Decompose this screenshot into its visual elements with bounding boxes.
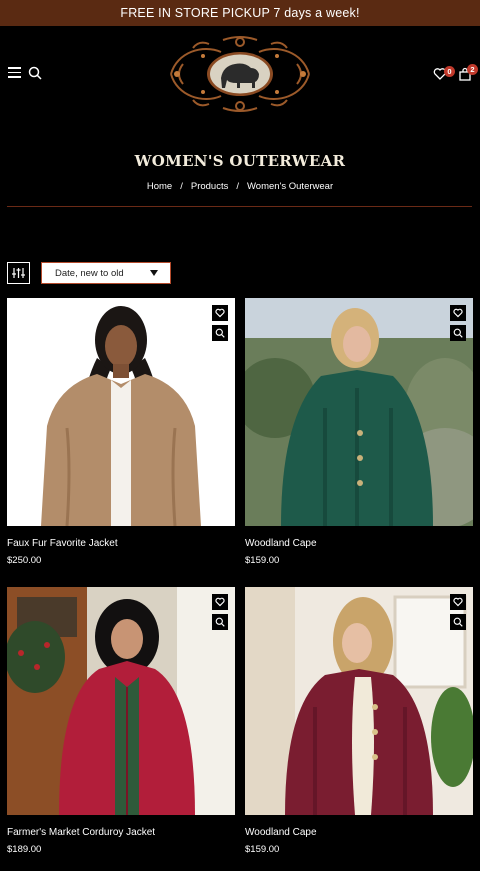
hamburger-menu-icon[interactable]	[8, 67, 21, 79]
quick-view-search-icon[interactable]	[212, 614, 228, 630]
store-logo[interactable]	[163, 34, 317, 114]
sort-select[interactable]: Date, new to old	[41, 262, 171, 284]
product-name[interactable]: Faux Fur Favorite Jacket	[7, 538, 118, 549]
quick-view-search-icon[interactable]	[450, 325, 466, 341]
page-title: WOMEN'S OUTERWEAR	[134, 152, 346, 170]
announcement-text: FREE IN STORE PICKUP 7 days a week!	[120, 6, 360, 20]
product-price: $250.00	[7, 555, 42, 566]
quick-view-search-icon[interactable]	[450, 614, 466, 630]
product-price: $159.00	[245, 844, 280, 855]
dropdown-arrow-icon	[150, 270, 158, 276]
cart-count-badge: 2	[467, 64, 478, 75]
quick-view-search-icon[interactable]	[212, 325, 228, 341]
site-header	[0, 26, 480, 126]
wishlist-heart-icon[interactable]	[212, 305, 228, 321]
section-divider	[7, 206, 472, 207]
product-price: $189.00	[7, 844, 42, 855]
product-image[interactable]	[7, 587, 235, 815]
announcement-bar: FREE IN STORE PICKUP 7 days a week!	[0, 0, 480, 26]
wishlist-heart-icon[interactable]	[212, 594, 228, 610]
product-image[interactable]	[245, 298, 473, 526]
wishlist-heart-icon[interactable]	[450, 305, 466, 321]
product-name[interactable]: Woodland Cape	[245, 538, 317, 549]
breadcrumb-current: Women's Outerwear	[247, 181, 334, 192]
wishlist-heart-icon[interactable]	[450, 594, 466, 610]
breadcrumb: Home / Products / Women's Outerwear	[146, 181, 334, 192]
product-name[interactable]: Woodland Cape	[245, 827, 317, 838]
breadcrumb-products-link[interactable]: Products	[191, 181, 229, 192]
breadcrumb-home-link[interactable]: Home	[147, 181, 172, 192]
wishlist-count-badge: 0	[444, 66, 455, 77]
product-name[interactable]: Farmer's Market Corduroy Jacket	[7, 827, 155, 838]
product-price: $159.00	[245, 555, 280, 566]
sort-selected-value: Date, new to old	[55, 267, 124, 279]
filter-button[interactable]	[7, 262, 30, 284]
filter-sliders-icon	[12, 268, 25, 278]
search-icon[interactable]	[28, 66, 42, 80]
product-image[interactable]	[7, 298, 235, 526]
product-image[interactable]	[245, 587, 473, 815]
